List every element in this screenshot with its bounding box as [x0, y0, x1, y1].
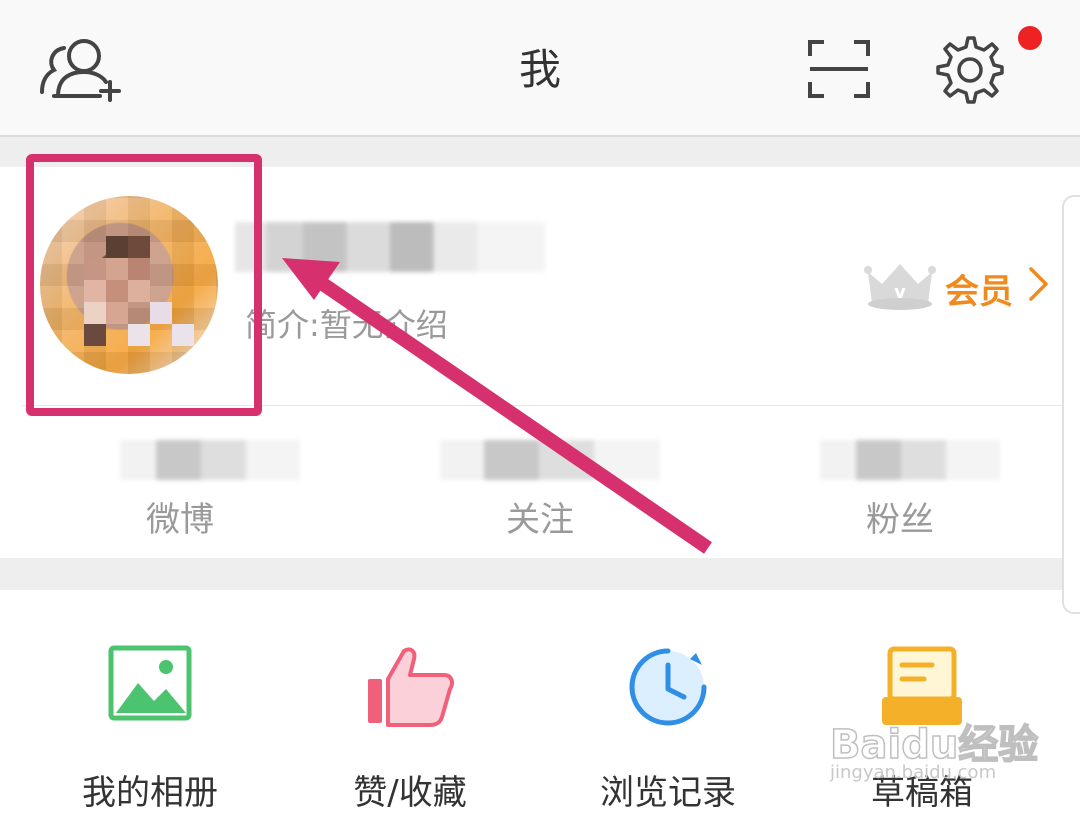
baidu-watermark-url: jingyan.baidu.com — [830, 762, 997, 783]
annotation-arrow — [282, 258, 712, 554]
